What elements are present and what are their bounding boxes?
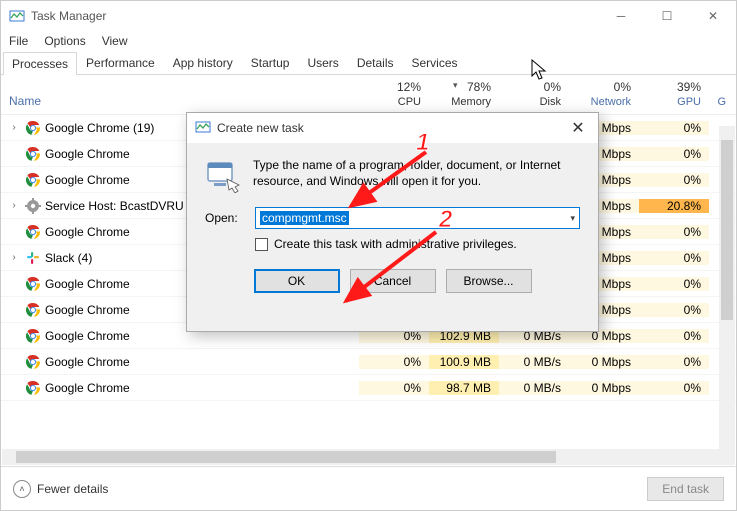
cell-net: 0 Mbps: [569, 355, 639, 369]
cell-mem: 100.9 MB: [429, 355, 499, 369]
footer: ˄ Fewer details End task: [1, 466, 736, 510]
open-value: compmgmt.msc: [260, 211, 349, 225]
cell-gpu: 0%: [639, 277, 709, 291]
browse-button[interactable]: Browse...: [446, 269, 532, 293]
ok-button[interactable]: OK: [254, 269, 340, 293]
dialog-close-button[interactable]: ✕: [558, 118, 598, 138]
window-title: Task Manager: [31, 9, 106, 23]
slack-icon: [25, 250, 41, 266]
admin-label: Create this task with administrative pri…: [274, 237, 517, 251]
menu-view[interactable]: View: [102, 34, 128, 48]
scrollbar-thumb[interactable]: [16, 451, 556, 463]
process-name: Google Chrome: [45, 225, 130, 239]
maximize-button[interactable]: ☐: [644, 1, 690, 31]
cell-gpu: 0%: [639, 121, 709, 135]
chrome-icon: [25, 302, 41, 318]
header-name[interactable]: Name: [1, 75, 359, 114]
header-gpu[interactable]: 39% GPU: [639, 75, 709, 114]
table-row[interactable]: Google Chrome0%100.9 MB0 MB/s0 Mbps0%: [1, 349, 736, 375]
cell-cpu: 0%: [359, 355, 429, 369]
cell-gpu: 0%: [639, 303, 709, 317]
process-name: Google Chrome: [45, 303, 130, 317]
tab-users[interactable]: Users: [298, 51, 347, 74]
header-network[interactable]: 0% Network: [569, 75, 639, 114]
tab-startup[interactable]: Startup: [242, 51, 299, 74]
minimize-button[interactable]: ─: [598, 1, 644, 31]
chrome-icon: [25, 354, 41, 370]
window-titlebar: Task Manager ─ ☐ ✕: [1, 1, 736, 31]
chrome-icon: [25, 328, 41, 344]
dialog-title: Create new task: [217, 121, 304, 135]
dialog-description: Type the name of a program, folder, docu…: [253, 157, 580, 193]
process-name: Google Chrome: [45, 147, 130, 161]
process-name: Google Chrome (19): [45, 121, 154, 135]
process-name: Google Chrome: [45, 329, 130, 343]
cell-gpu: 20.8%: [639, 199, 709, 213]
tab-processes[interactable]: Processes: [3, 52, 77, 75]
process-name: Google Chrome: [45, 355, 130, 369]
end-task-button[interactable]: End task: [647, 477, 724, 501]
cell-gpu: 0%: [639, 251, 709, 265]
cancel-button[interactable]: Cancel: [350, 269, 436, 293]
header-memory[interactable]: ▾78% Memory: [429, 75, 499, 114]
tab-performance[interactable]: Performance: [77, 51, 164, 74]
scrollbar-thumb[interactable]: [721, 140, 733, 320]
open-label: Open:: [205, 211, 245, 225]
tab-strip: Processes Performance App history Startu…: [1, 51, 736, 75]
tab-details[interactable]: Details: [348, 51, 403, 74]
process-name: Google Chrome: [45, 277, 130, 291]
chevron-down-icon[interactable]: ▾: [570, 213, 575, 224]
table-row[interactable]: Google Chrome0%98.7 MB0 MB/s0 Mbps0%: [1, 375, 736, 401]
create-task-dialog: Create new task ✕ Type the name of a pro…: [186, 112, 599, 332]
horizontal-scrollbar[interactable]: [2, 449, 719, 465]
chrome-icon: [25, 120, 41, 136]
header-disk[interactable]: 0% Disk: [499, 75, 569, 114]
tab-services[interactable]: Services: [403, 51, 467, 74]
process-name: Service Host: BcastDVRU: [45, 199, 184, 213]
taskmgr-icon: [195, 119, 211, 138]
cell-gpu: 0%: [639, 329, 709, 343]
chrome-icon: [25, 172, 41, 188]
tab-app-history[interactable]: App history: [164, 51, 242, 74]
menu-file[interactable]: File: [9, 34, 28, 48]
cell-gpu: 0%: [639, 381, 709, 395]
gear-icon: [25, 198, 41, 214]
cell-mem: 98.7 MB: [429, 381, 499, 395]
run-icon: [205, 157, 241, 193]
fewer-details-button[interactable]: ˄ Fewer details: [13, 480, 108, 498]
chevron-up-icon: ˄: [13, 480, 31, 498]
close-button[interactable]: ✕: [690, 1, 736, 31]
chrome-icon: [25, 146, 41, 162]
header-cpu[interactable]: 12% CPU: [359, 75, 429, 114]
dialog-titlebar: Create new task ✕: [187, 113, 598, 143]
process-name: Google Chrome: [45, 173, 130, 187]
taskmgr-icon: [9, 8, 25, 24]
expand-icon[interactable]: ›: [7, 252, 21, 263]
menu-options[interactable]: Options: [44, 34, 85, 48]
cell-gpu: 0%: [639, 147, 709, 161]
cell-cpu: 0%: [359, 381, 429, 395]
admin-checkbox[interactable]: [255, 238, 268, 251]
open-combobox[interactable]: compmgmt.msc ▾: [255, 207, 580, 229]
process-name: Slack (4): [45, 251, 92, 265]
cell-gpu: 0%: [639, 355, 709, 369]
expand-icon[interactable]: ›: [7, 200, 21, 211]
chrome-icon: [25, 276, 41, 292]
expand-icon[interactable]: ›: [7, 122, 21, 133]
column-headers: Name 12% CPU ▾78% Memory 0% Disk 0% Netw…: [1, 75, 736, 115]
cell-gpu: 0%: [639, 225, 709, 239]
cell-disk: 0 MB/s: [499, 381, 569, 395]
process-name: Google Chrome: [45, 381, 130, 395]
menu-bar: File Options View: [1, 31, 736, 51]
cell-net: 0 Mbps: [569, 381, 639, 395]
chrome-icon: [25, 224, 41, 240]
cell-disk: 0 MB/s: [499, 355, 569, 369]
cell-gpu: 0%: [639, 173, 709, 187]
chrome-icon: [25, 380, 41, 396]
header-gpu-engine[interactable]: G: [709, 75, 734, 114]
vertical-scrollbar[interactable]: [719, 126, 735, 465]
